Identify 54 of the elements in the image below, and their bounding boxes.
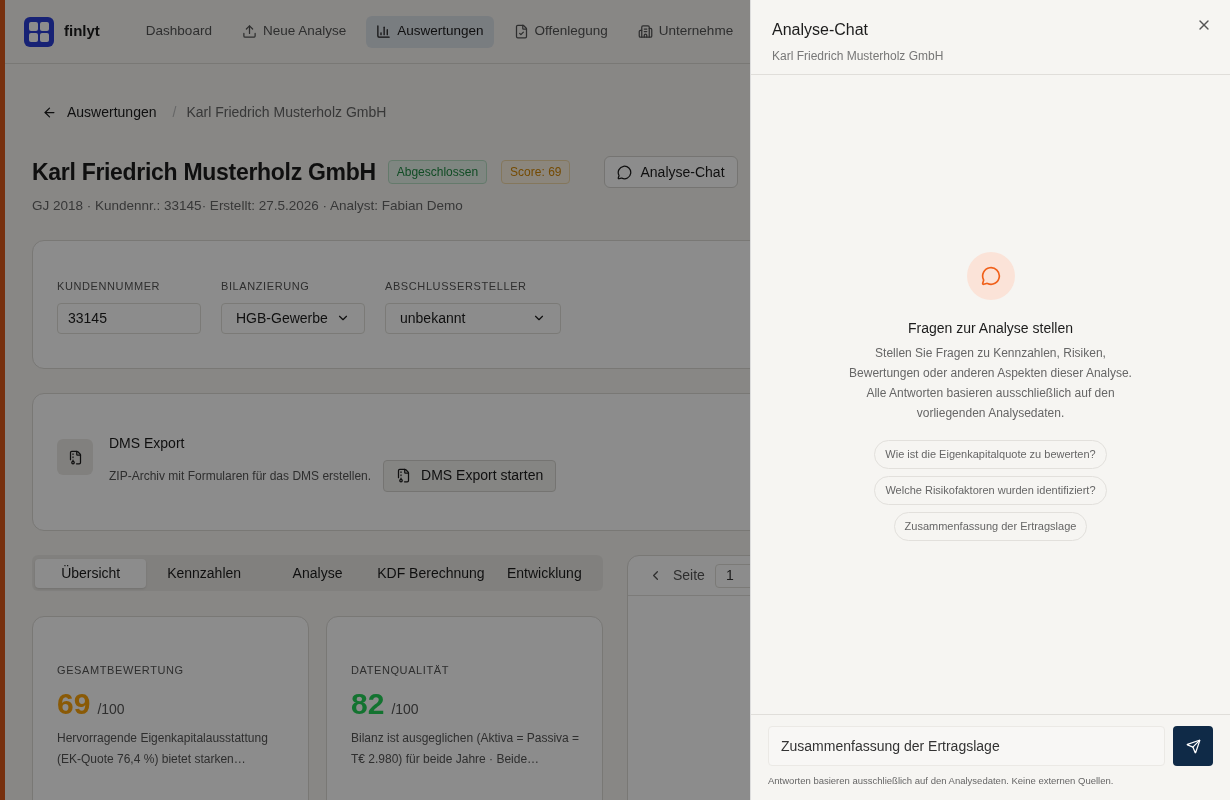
tab[interactable]: Entwicklung — [488, 558, 601, 588]
empty-state-description: Stellen Sie Fragen zu Kennzahlen, Risiken, Bewertungen oder anderen Aspekten dieser Analyse. Alle Antworten basieren ausschließlich auf den vorliegenden Analysedaten. — [848, 345, 1133, 422]
empty-state-heading: Fragen zur Analyse stellen — [908, 319, 1073, 338]
tab[interactable]: Kennzahlen — [148, 558, 260, 588]
field-label: KUNDENNUMMER — [57, 279, 162, 295]
document-check-icon — [513, 24, 529, 39]
chat-input-field[interactable]: Zusammenfassung der Ertragslage — [768, 726, 1165, 766]
building-icon — [637, 24, 653, 39]
score-value: 82 — [351, 685, 385, 722]
page-label: Seite — [673, 566, 705, 586]
logo-icon — [24, 16, 54, 47]
select-field[interactable]: unbekannt — [385, 302, 561, 334]
analysis-chat-button[interactable]: Analyse-Chat — [604, 156, 738, 188]
score-label: DATENQUALITÄT — [351, 663, 451, 679]
page-meta: GJ 2018 · Kundennr.: 33145· Erstellt: 27.5.2026 · Analyst: Fabian Demo — [32, 197, 464, 215]
nav-item[interactable]: Neue Analyse — [231, 15, 357, 48]
tab[interactable]: Übersicht — [35, 558, 147, 588]
tab[interactable]: KDF Berechnung — [375, 558, 487, 588]
page-title: Karl Friedrich Musterholz GmbH — [32, 157, 376, 187]
chat-title: Analyse-Chat — [772, 20, 870, 40]
logo-wordmark: finlyt — [64, 21, 100, 42]
nav-item[interactable]: Auswertungen — [366, 15, 494, 48]
status-badge: Abgeschlossen — [387, 160, 488, 184]
field-label: ABSCHLUSSERSTELLER — [385, 279, 528, 295]
score-description: Bilanz ist ausgeglichen (Aktiva = Passiva = T€ 2.980) für beide Jahre · Beide… — [351, 729, 581, 768]
send-button[interactable] — [1173, 726, 1213, 766]
dms-export-button[interactable]: DMS Export starten — [383, 459, 557, 492]
archive-file-icon — [396, 468, 412, 484]
breadcrumb-current: Karl Friedrich Musterholz GmbH — [186, 102, 387, 122]
score-badge: Score: 69 — [501, 160, 571, 184]
dms-title: DMS Export — [109, 433, 186, 453]
score-label: GESAMTBEWERTUNG — [57, 663, 185, 679]
tab[interactable]: Analyse — [261, 558, 374, 588]
breadcrumb-separator: / — [172, 102, 177, 122]
chat-subtitle: Karl Friedrich Musterholz GmbH — [772, 48, 944, 65]
archive-file-icon — [67, 449, 83, 465]
upload-icon — [241, 24, 257, 39]
bar-chart-icon — [376, 24, 392, 39]
chat-footnote: Antworten basieren ausschließlich auf den Analysedaten. Keine externen Quellen. — [768, 774, 1115, 788]
chat-bubble-icon — [617, 164, 633, 180]
field-label: BILANZIERUNG — [221, 279, 311, 295]
chat-bubble-icon — [980, 266, 1001, 286]
back-link[interactable]: Auswertungen — [42, 101, 157, 123]
send-icon — [1185, 738, 1201, 754]
score-suffix: /100 — [97, 699, 125, 719]
nav-item[interactable]: Offenlegung — [503, 15, 618, 48]
score-value: 69 — [57, 685, 91, 722]
score-description: Hervorragende Eigenkapitalausstattung (EK-Quote 76,4 %) bietet starken… — [57, 729, 269, 768]
dms-description: ZIP-Archiv mit Formularen für das DMS erstellen. — [109, 467, 372, 485]
nav-item[interactable]: Unternehme — [627, 15, 744, 48]
input-field[interactable]: 33145 — [57, 302, 201, 334]
select-field[interactable]: HGB-Gewerbe — [221, 302, 365, 334]
nav-item[interactable]: Dashboard — [135, 15, 222, 48]
score-suffix: /100 — [391, 699, 419, 719]
